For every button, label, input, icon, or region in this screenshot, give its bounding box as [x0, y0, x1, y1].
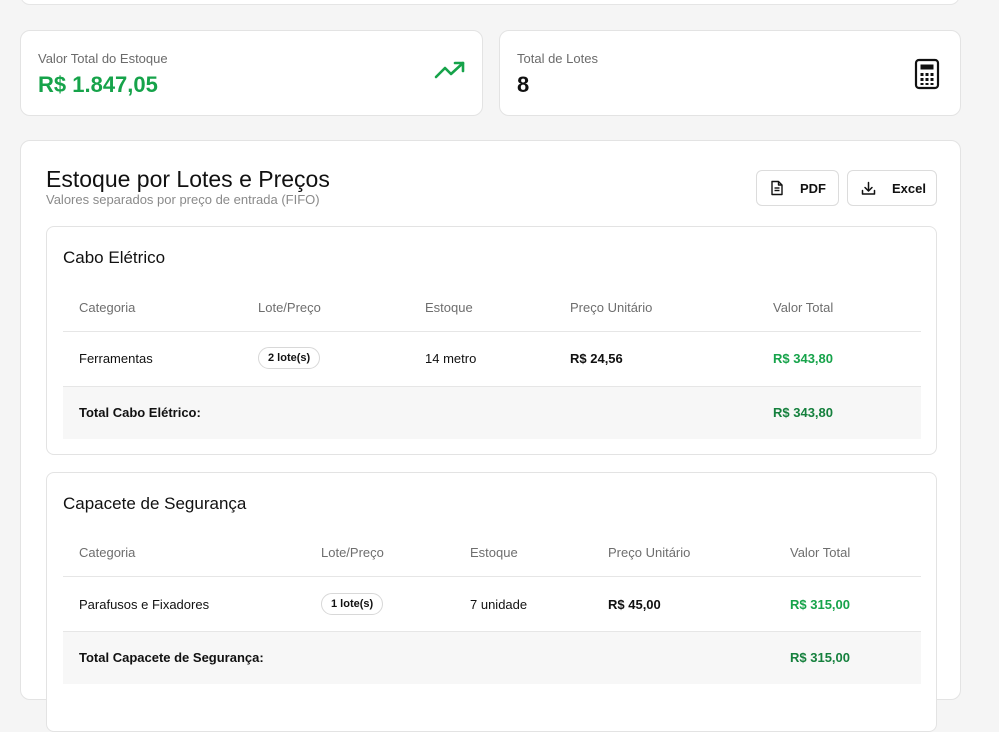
cell-estoque: 7 unidade — [470, 597, 528, 612]
header-preco-unitario: Preço Unitário — [570, 300, 653, 315]
total-lots-value: 8 — [517, 72, 530, 97]
export-excel-label: Excel — [892, 180, 926, 196]
cell-categoria: Parafusos e Fixadores — [79, 597, 210, 612]
cell-preco-unitario: R$ 24,56 — [570, 351, 623, 366]
total-value-card: Valor Total do Estoque R$ 1.847,05 — [20, 30, 483, 116]
cell-estoque: 14 metro — [425, 351, 477, 366]
product-group-cabo-eletrico: Cabo Elétrico Categoria Lote/Preço Estoq… — [46, 226, 937, 455]
group-total-row: Total Cabo Elétrico: R$ 343,80 — [63, 387, 921, 439]
total-lots-label: Total de Lotes — [517, 51, 598, 66]
header-lote-preco: Lote/Preço — [321, 545, 384, 560]
export-excel-button[interactable]: Excel — [847, 170, 937, 206]
header-preco-unitario: Preço Unitário — [608, 545, 691, 560]
header-estoque: Estoque — [470, 545, 518, 560]
cell-categoria: Ferramentas — [79, 351, 153, 366]
group-total-label: Total Capacete de Segurança: — [79, 650, 264, 665]
lot-count-badge[interactable]: 2 lote(s) — [258, 347, 321, 369]
header-valor-total: Valor Total — [773, 300, 834, 315]
header-estoque: Estoque — [425, 300, 473, 315]
export-pdf-label: PDF — [800, 180, 826, 196]
header-lote-preco: Lote/Preço — [258, 300, 321, 315]
header-valor-total: Valor Total — [790, 545, 851, 560]
group-total-row: Total Capacete de Segurança: R$ 315,00 — [63, 632, 921, 684]
download-icon — [861, 181, 876, 196]
previous-card — [20, 0, 960, 5]
lot-count-badge[interactable]: 1 lote(s) — [321, 593, 384, 615]
product-group-title: Capacete de Segurança — [63, 494, 247, 513]
cell-valor-total: R$ 343,80 — [773, 351, 833, 366]
trending-up-icon — [434, 59, 466, 88]
group-total-value: R$ 343,80 — [773, 405, 833, 420]
product-group-title: Cabo Elétrico — [63, 248, 166, 267]
cell-valor-total: R$ 315,00 — [790, 597, 850, 612]
row-divider — [63, 331, 921, 332]
header-categoria: Categoria — [79, 545, 136, 560]
page-title: Estoque por Lotes e Preços — [46, 166, 330, 192]
header-categoria: Categoria — [79, 300, 136, 315]
total-lots-card: Total de Lotes 8 — [499, 30, 961, 116]
export-pdf-button[interactable]: PDF — [756, 170, 839, 206]
product-group-capacete-seguranca: Capacete de Segurança Categoria Lote/Pre… — [46, 472, 937, 732]
total-value-label: Valor Total do Estoque — [38, 51, 168, 66]
stock-by-lots-card: Estoque por Lotes e Preços Valores separ… — [20, 140, 961, 732]
row-divider — [63, 576, 921, 577]
total-value-amount: R$ 1.847,05 — [38, 72, 158, 97]
file-text-icon — [770, 180, 784, 196]
page-subtitle: Valores separados por preço de entrada (… — [46, 192, 320, 207]
calculator-icon — [914, 58, 940, 95]
group-total-label: Total Cabo Elétrico: — [79, 405, 201, 420]
cell-preco-unitario: R$ 45,00 — [608, 597, 661, 612]
group-total-value: R$ 315,00 — [790, 650, 850, 665]
